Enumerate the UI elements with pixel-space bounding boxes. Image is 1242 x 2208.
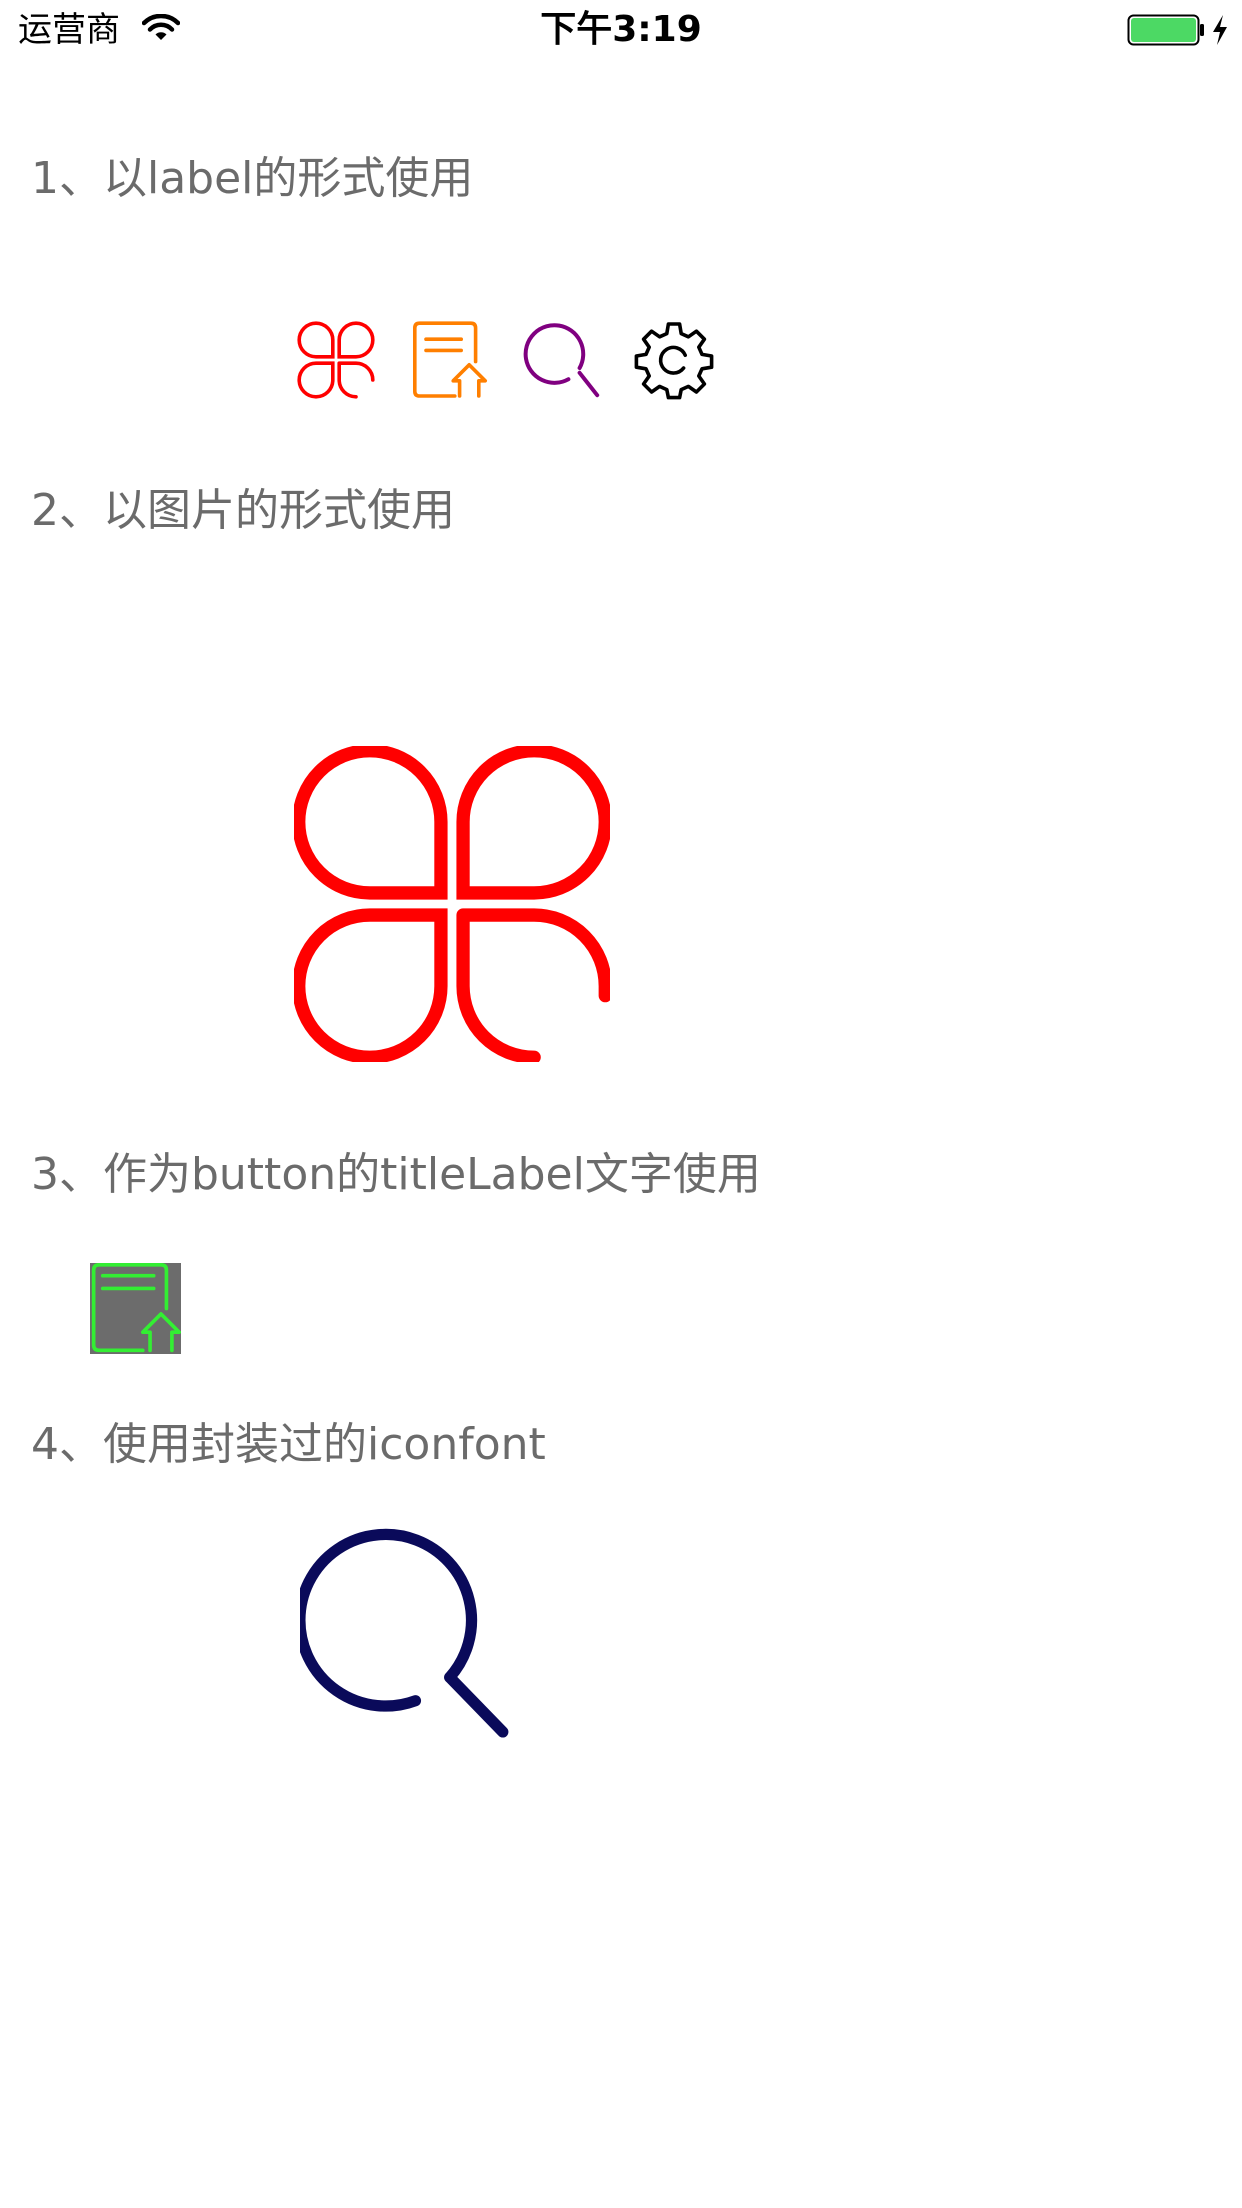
status-time: 下午3:19	[540, 9, 702, 50]
clover-icon	[297, 321, 375, 399]
charging-bolt-icon	[1213, 15, 1227, 45]
status-bar: 运营商 下午3:19	[0, 0, 1242, 60]
document-upload-icon	[91, 1263, 181, 1353]
search-icon	[523, 323, 600, 398]
section-title-wrapped-iconfont: 4、使用封装过的iconfont	[31, 1419, 546, 1470]
section-title-image: 2、以图片的形式使用	[31, 485, 455, 536]
gear-icon	[634, 322, 714, 400]
document-upload-icon	[413, 321, 487, 398]
battery-icon	[1127, 14, 1204, 46]
upload-button[interactable]	[90, 1263, 181, 1354]
section-title-label: 1、以label的形式使用	[31, 153, 474, 204]
search-icon	[300, 1528, 509, 1738]
clover-image	[294, 746, 610, 1062]
section-title-button: 3、作为button的titleLabel文字使用	[31, 1149, 761, 1200]
